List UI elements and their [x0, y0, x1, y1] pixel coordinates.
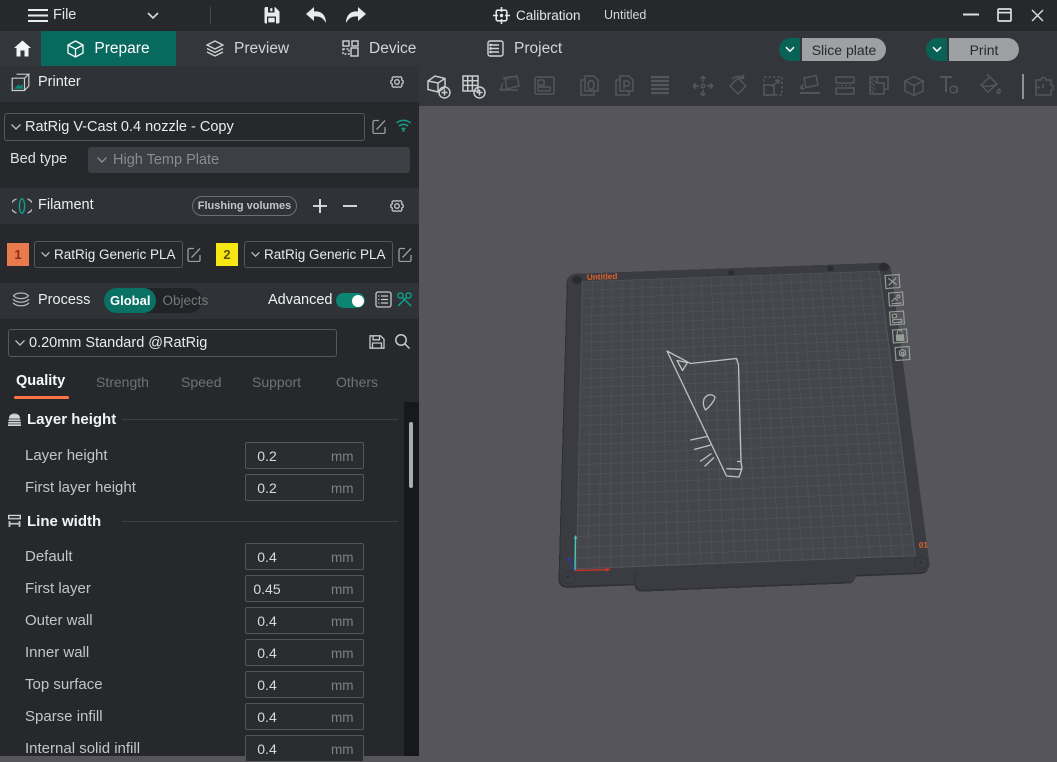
svg-text:01: 01	[919, 541, 929, 550]
svg-text:AUTO: AUTO	[502, 76, 516, 82]
svg-text:Untitled: Untitled	[587, 272, 618, 282]
